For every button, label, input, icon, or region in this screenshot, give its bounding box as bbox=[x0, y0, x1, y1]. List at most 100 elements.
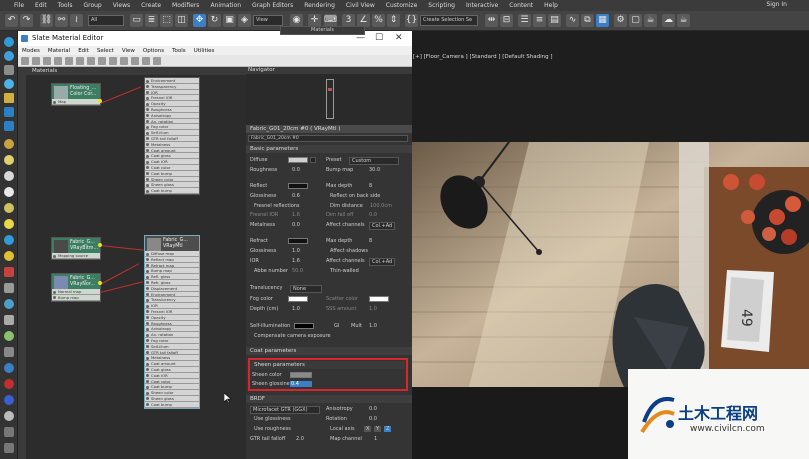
sss-amount-value[interactable]: 1.0 bbox=[369, 306, 377, 312]
parameter-editor[interactable]: Fabric_G01_20cm #0 ( VRayMtl ) Fabric_G0… bbox=[246, 125, 412, 459]
layout-all-icon[interactable] bbox=[120, 57, 128, 65]
axis-y-button[interactable]: Y bbox=[374, 426, 382, 432]
select-object-icon[interactable]: ▭ bbox=[130, 14, 143, 27]
roughness-value[interactable]: 0.0 bbox=[292, 167, 300, 173]
node-slot[interactable]: Mapping source bbox=[52, 253, 100, 259]
menu-item[interactable]: File bbox=[14, 2, 24, 9]
move-children-icon[interactable] bbox=[76, 57, 84, 65]
brdf-rollout[interactable]: BRDF bbox=[246, 395, 412, 403]
menu-item[interactable]: Scripting bbox=[428, 2, 455, 9]
layout-children-icon[interactable] bbox=[131, 57, 139, 65]
sheen-glossiness-input[interactable]: 0.4 bbox=[290, 381, 312, 387]
helper-icon[interactable] bbox=[4, 251, 14, 261]
particle-icon[interactable] bbox=[4, 299, 14, 309]
vraymtl-node-selected[interactable]: Fabric_G... VRayMtl Diffuse map Reflect m… bbox=[144, 235, 200, 409]
output-socket[interactable] bbox=[98, 281, 102, 285]
align-icon[interactable]: ⊟ bbox=[500, 14, 513, 27]
fresnel-ior-value[interactable]: 1.6 bbox=[292, 212, 300, 218]
parameter-editor-icon[interactable] bbox=[153, 57, 161, 65]
view-dropdown[interactable]: Materials bbox=[280, 26, 365, 35]
vray-proxy-icon[interactable] bbox=[4, 395, 14, 405]
sme-menu-item[interactable]: Utilities bbox=[194, 48, 215, 54]
sphere-icon[interactable] bbox=[4, 155, 14, 165]
scripts-icon[interactable] bbox=[4, 427, 14, 437]
menu-item[interactable]: Tools bbox=[58, 2, 73, 9]
spinner-snap-icon[interactable]: ⇕ bbox=[387, 14, 400, 27]
max-depth-refract-value[interactable]: 8 bbox=[369, 238, 372, 244]
local-axis-radio[interactable]: Local axis bbox=[330, 426, 355, 432]
sun-icon[interactable] bbox=[4, 219, 14, 229]
gtr-tail-value[interactable]: 2.0 bbox=[296, 436, 304, 442]
use-glossiness-radio[interactable]: Use glossiness bbox=[254, 416, 291, 422]
max-depth-value[interactable]: 8 bbox=[369, 183, 372, 189]
modify-panel-icon[interactable] bbox=[4, 51, 14, 61]
gi-checkbox[interactable]: GI bbox=[334, 323, 339, 329]
refract-swatch[interactable] bbox=[288, 238, 308, 244]
selection-filter-dropdown[interactable]: All bbox=[88, 15, 124, 26]
coat-parameters-rollout[interactable]: Coat parameters bbox=[246, 347, 412, 355]
display-icon[interactable] bbox=[4, 93, 14, 103]
window-crossing-icon[interactable]: ◫ bbox=[175, 14, 188, 27]
bind-spacewarp-icon[interactable]: ≀ bbox=[70, 14, 83, 27]
abbe-checkbox[interactable]: Abbe number bbox=[254, 268, 288, 274]
dim-distance-value[interactable]: 100.0cm bbox=[370, 203, 392, 209]
rotation-value[interactable]: 0.0 bbox=[369, 416, 377, 422]
camera-icon[interactable] bbox=[4, 235, 14, 245]
diffuse-swatch[interactable] bbox=[288, 157, 308, 163]
menu-item[interactable]: Graph Editors bbox=[252, 2, 293, 9]
menu-item[interactable]: Content bbox=[509, 2, 533, 9]
material-browser-collapsed[interactable] bbox=[18, 67, 26, 459]
node-view[interactable]: Materials Floating_... Color Cor... Map … bbox=[26, 67, 246, 459]
translucency-dropdown[interactable]: None bbox=[290, 285, 322, 293]
menu-item[interactable]: Edit bbox=[35, 2, 47, 9]
geometry-icon[interactable] bbox=[4, 139, 14, 149]
vray-light-icon[interactable] bbox=[4, 379, 14, 389]
bone-icon[interactable] bbox=[4, 315, 14, 325]
mirror-icon[interactable]: ⇹ bbox=[485, 14, 498, 27]
dim-distance-checkbox[interactable]: Dim distance bbox=[330, 203, 363, 209]
light-icon[interactable] bbox=[4, 203, 14, 213]
reflect-swatch[interactable] bbox=[288, 183, 308, 189]
curve-editor-icon[interactable]: ∿ bbox=[566, 14, 579, 27]
anisotropy-value[interactable]: 0.0 bbox=[369, 406, 377, 412]
rendered-frame-icon[interactable]: ▢ bbox=[629, 14, 642, 27]
menu-item[interactable]: Group bbox=[83, 2, 101, 9]
rect-selection-icon[interactable]: ⬚ bbox=[160, 14, 173, 27]
select-tool-icon[interactable] bbox=[21, 57, 29, 65]
axis-z-button[interactable]: Z bbox=[384, 426, 392, 432]
assign-material-icon[interactable] bbox=[54, 57, 62, 65]
preset-dropdown[interactable]: Custom bbox=[349, 157, 399, 165]
sheen-color-swatch[interactable] bbox=[290, 372, 312, 378]
motion-icon[interactable] bbox=[4, 79, 14, 89]
layer-explorer-icon[interactable]: ≡ bbox=[533, 14, 546, 27]
delete-selected-icon[interactable] bbox=[65, 57, 73, 65]
snapshot-icon[interactable] bbox=[4, 411, 14, 421]
menu-item[interactable]: Create bbox=[141, 2, 161, 9]
named-selection-input[interactable]: Create Selection Se bbox=[420, 15, 478, 26]
render-cloud-icon[interactable]: ☁ bbox=[662, 14, 675, 27]
affect-channels-refract-dropdown[interactable]: Col.+Ad bbox=[369, 258, 396, 266]
affect-channels-dropdown[interactable]: Col.+Ad bbox=[369, 222, 396, 230]
reference-coordinate-dropdown[interactable]: View bbox=[253, 15, 283, 26]
edit-named-selection-icon[interactable]: {} bbox=[405, 14, 418, 27]
sme-menu-item[interactable]: Modes bbox=[22, 48, 40, 54]
move-icon[interactable]: ✥ bbox=[193, 14, 206, 27]
menu-item[interactable]: Interactive bbox=[466, 2, 498, 9]
show-background-icon[interactable] bbox=[109, 57, 117, 65]
compensate-exposure-checkbox[interactable]: Compensate camera exposure bbox=[254, 333, 331, 339]
sme-menu-item[interactable]: Material bbox=[48, 48, 70, 54]
tools-icon[interactable] bbox=[4, 347, 14, 357]
sme-menu-item[interactable]: View bbox=[122, 48, 135, 54]
foliage-icon[interactable] bbox=[4, 331, 14, 341]
schematic-view-icon[interactable]: ⧉ bbox=[581, 14, 594, 27]
spacewarp-icon[interactable] bbox=[4, 267, 14, 277]
scatter-color-swatch[interactable] bbox=[369, 296, 389, 302]
sheen-parameters-rollout[interactable]: Sheen parameters bbox=[250, 361, 405, 369]
extras-icon[interactable] bbox=[4, 443, 14, 453]
brdf-dropdown[interactable]: Microfacet GTR (GGX) bbox=[250, 406, 320, 414]
scene-explorer-icon[interactable]: ☰ bbox=[518, 14, 531, 27]
node-slot[interactable]: Map bbox=[52, 99, 100, 105]
hide-unused-slots-icon[interactable] bbox=[87, 57, 95, 65]
torus-icon[interactable] bbox=[4, 187, 14, 197]
slate-material-editor-window[interactable]: Slate Material Editor — ☐ ✕ Modes Materia… bbox=[18, 31, 412, 459]
